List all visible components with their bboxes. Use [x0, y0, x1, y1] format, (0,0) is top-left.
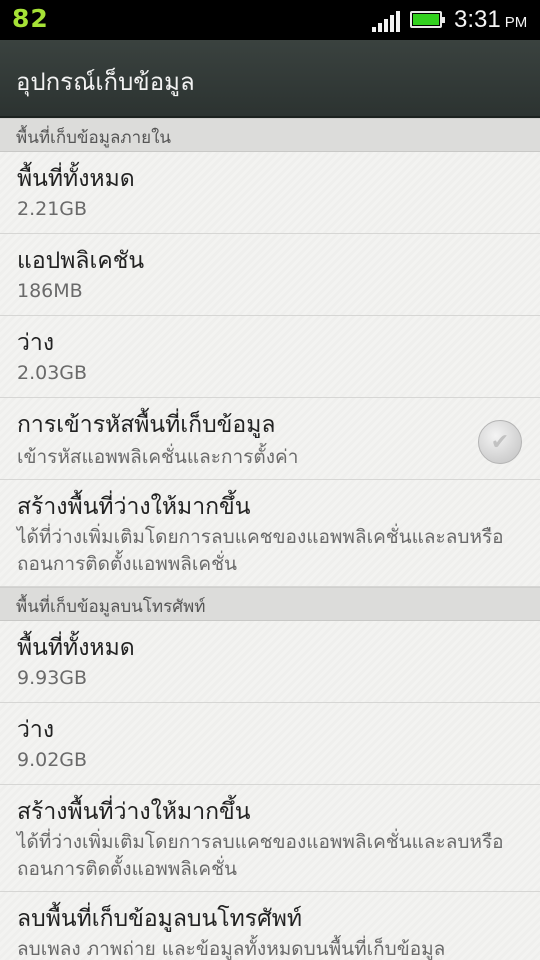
encrypt-checkbox[interactable]: ✔ [478, 420, 522, 464]
item-label: การเข้ารหัสพื้นที่เก็บข้อมูล [17, 412, 276, 438]
encrypt-storage-item[interactable]: การเข้ารหัสพื้นที่เก็บข้อมูล เข้ารหัสแอพ… [0, 398, 540, 480]
item-value: 9.93GB [17, 667, 88, 689]
status-bar: 82 3:31 PM [0, 0, 540, 40]
internal-free-item: ว่าง 2.03GB [0, 316, 540, 398]
phone-free-up-item[interactable]: สร้างพื้นที่ว่างให้มากขึ้น ได้ที่ว่างเพิ… [0, 785, 540, 892]
item-value: 9.02GB [17, 749, 88, 771]
signal-icon [372, 10, 400, 32]
erase-phone-storage-item[interactable]: ลบพื้นที่เก็บข้อมูลบนโทรศัพท์ ลบเพลง ภาพ… [0, 892, 540, 960]
internal-total-item: พื้นที่ทั้งหมด 2.21GB [0, 152, 540, 234]
item-description: ได้ที่ว่างเพิ่มเติมโดยการลบแคชของแอพพลิเ… [17, 526, 504, 575]
internal-free-up-item[interactable]: สร้างพื้นที่ว่างให้มากขึ้น ได้ที่ว่างเพิ… [0, 480, 540, 587]
item-label: ว่าง [17, 717, 55, 743]
notification-badge: 82 [12, 4, 49, 33]
item-label: สร้างพื้นที่ว่างให้มากขึ้น [17, 799, 251, 825]
item-value: 2.21GB [17, 198, 88, 220]
item-label: แอปพลิเคชัน [17, 248, 145, 274]
internal-apps-item[interactable]: แอปพลิเคชัน 186MB [0, 234, 540, 316]
phone-free-item: ว่าง 9.02GB [0, 703, 540, 785]
page-title: อุปกรณ์เก็บข้อมูล [16, 68, 195, 96]
item-value: 186MB [17, 280, 83, 302]
item-label: ลบพื้นที่เก็บข้อมูลบนโทรศัพท์ [17, 906, 303, 932]
section-header-internal: พื้นที่เก็บข้อมูลภายใน [0, 118, 540, 152]
item-value: 2.03GB [17, 362, 88, 384]
item-label: ว่าง [17, 330, 55, 356]
clock: 3:31 PM [454, 6, 528, 33]
check-icon: ✔ [490, 429, 510, 455]
title-bar: อุปกรณ์เก็บข้อมูล [0, 40, 540, 118]
item-description: ลบเพลง ภาพถ่าย และข้อมูลทั้งหมดบนพื้นที่… [17, 938, 446, 960]
item-label: พื้นที่ทั้งหมด [17, 166, 135, 192]
item-label: พื้นที่ทั้งหมด [17, 635, 135, 661]
battery-icon [410, 11, 445, 28]
item-label: สร้างพื้นที่ว่างให้มากขึ้น [17, 494, 251, 520]
item-description: ได้ที่ว่างเพิ่มเติมโดยการลบแคชของแอพพลิเ… [17, 831, 504, 880]
item-description: เข้ารหัสแอพพลิเคชั่นและการตั้งค่า [17, 446, 299, 468]
phone-total-item: พื้นที่ทั้งหมด 9.93GB [0, 621, 540, 703]
section-header-phone: พื้นที่เก็บข้อมูลบนโทรศัพท์ [0, 587, 540, 621]
